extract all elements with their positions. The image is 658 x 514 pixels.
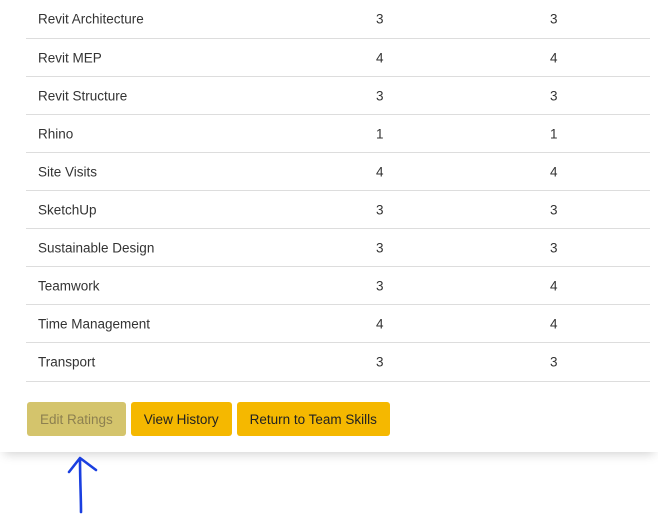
table-row: Transport 3 3 <box>26 342 650 380</box>
skill-name: Rhino <box>38 126 74 141</box>
table-bottom-divider <box>26 381 650 382</box>
rating-value: 3 <box>550 88 558 103</box>
up-arrow-annotation-icon <box>67 456 98 514</box>
rating-value: 4 <box>550 164 558 179</box>
skill-name: Site Visits <box>38 164 98 179</box>
rating-value: 4 <box>550 50 558 65</box>
rating-value: 4 <box>376 50 384 65</box>
rating-value: 4 <box>550 278 558 293</box>
skills-card: Revit Architecture 3 3 Revit MEP 4 4 Rev… <box>0 0 658 452</box>
table-row: Site Visits 4 4 <box>26 152 650 190</box>
skill-name: Revit Architecture <box>38 11 144 27</box>
skill-name: Revit Structure <box>38 88 128 103</box>
table-row: Revit Architecture 3 3 <box>26 0 650 38</box>
rating-value: 3 <box>376 11 384 27</box>
table-row: Rhino 1 1 <box>26 114 650 152</box>
rating-value: 3 <box>376 88 384 103</box>
edit-ratings-button[interactable]: Edit Ratings <box>27 402 126 436</box>
table-row: Revit Structure 3 3 <box>26 76 650 114</box>
skill-name: Time Management <box>38 316 151 331</box>
rating-value: 3 <box>550 202 558 217</box>
rating-value: 4 <box>376 316 384 331</box>
skill-name: Revit MEP <box>38 50 102 65</box>
view-history-button[interactable]: View History <box>130 402 232 436</box>
rating-value: 1 <box>376 126 384 141</box>
rating-value: 4 <box>550 316 558 331</box>
rating-value: 3 <box>550 354 558 369</box>
rating-value: 3 <box>376 354 384 369</box>
skill-name: Transport <box>38 354 96 369</box>
skill-name: Teamwork <box>38 278 100 293</box>
rating-value: 3 <box>376 278 384 293</box>
table-row: Revit MEP 4 4 <box>26 38 650 76</box>
return-to-team-skills-button[interactable]: Return to Team Skills <box>236 402 390 436</box>
rating-value: 3 <box>376 240 384 255</box>
rating-value: 3 <box>550 11 558 27</box>
table-row: Teamwork 3 4 <box>26 266 650 304</box>
rating-value: 3 <box>550 240 558 255</box>
action-buttons: Edit Ratings View History Return to Team… <box>27 402 390 436</box>
skills-table: Revit Architecture 3 3 Revit MEP 4 4 Rev… <box>26 0 650 380</box>
skill-name: SketchUp <box>38 202 97 217</box>
skill-name: Sustainable Design <box>38 240 155 255</box>
rating-value: 1 <box>550 126 558 141</box>
rating-value: 3 <box>376 202 384 217</box>
table-row: Time Management 4 4 <box>26 304 650 342</box>
rating-value: 4 <box>376 164 384 179</box>
table-row: Sustainable Design 3 3 <box>26 228 650 266</box>
table-row: SketchUp 3 3 <box>26 190 650 228</box>
